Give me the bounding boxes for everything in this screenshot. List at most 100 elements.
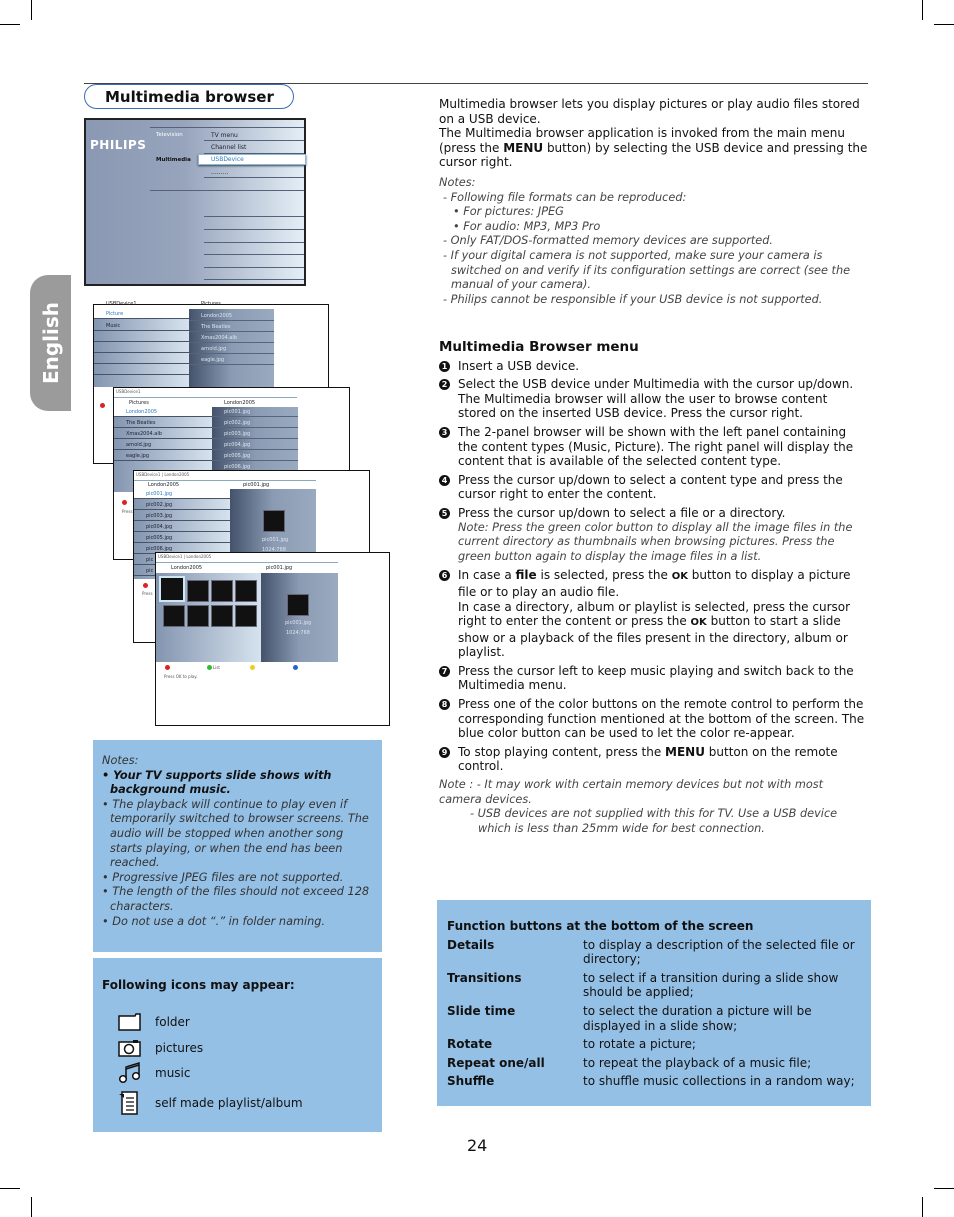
header-left: London2005	[171, 565, 203, 571]
step: 5 Press the cursor up/down to select a fi…	[439, 506, 869, 564]
red-button-icon	[165, 665, 170, 670]
page-number: 24	[467, 1136, 488, 1155]
preview-thumbnail	[287, 594, 309, 616]
menu-section-title: Multimedia Browser menu	[439, 339, 639, 355]
screenshot-frame-d: USBDevice1 | London2005 London2005 pic00…	[155, 552, 390, 726]
header-right: pic001.jpg	[243, 482, 270, 488]
philips-logo: PHILIPS	[90, 138, 147, 152]
intro-paragraph: The Multimedia browser application is in…	[439, 126, 869, 170]
function-row: Shuffle to shuffle music collections in a…	[447, 1074, 861, 1089]
crop-mark	[31, 1197, 32, 1217]
list-item: eagle.jpg	[114, 451, 212, 461]
step: 4 Press the cursor up/down to select a co…	[439, 473, 869, 502]
list-item: Xmas2004.alb	[114, 429, 212, 439]
note-item: • For audio: MP3, MP3 Pro	[453, 219, 601, 233]
music-note-icon	[118, 1062, 141, 1084]
step-number: 7	[439, 665, 450, 677]
note-item: • The playback will continue to play eve…	[102, 797, 369, 870]
step-text: Select the USB device under Multimedia w…	[458, 377, 854, 421]
intro-text: Multimedia browser lets you display pict…	[439, 97, 869, 307]
green-button-icon	[207, 665, 212, 670]
crop-mark	[922, 1197, 923, 1217]
function-desc: to display a description of the selected…	[583, 937, 855, 967]
text: OK	[671, 571, 688, 583]
list-item: pic001.jpg	[134, 489, 230, 499]
section-title: Multimedia browser	[84, 84, 294, 109]
step-number: 1	[439, 360, 450, 372]
menu-channel-list: Channel list	[211, 144, 247, 151]
function-name: Repeat one/all	[447, 1055, 545, 1070]
function-box-title: Function buttons at the bottom of the sc…	[447, 919, 754, 933]
breadcrumb: USBDevice1 | London2005	[158, 554, 212, 559]
language-tab: English	[30, 275, 71, 411]
step: 8 Press one of the color buttons on the r…	[439, 697, 869, 741]
list-item: arnold.jpg	[114, 440, 212, 450]
list-item: pic002.jpg	[134, 500, 230, 510]
function-desc: to select if a transition during a slide…	[583, 970, 839, 1000]
menu-usb-device: USBDevice	[198, 154, 306, 165]
step-text: Insert a USB device.	[458, 358, 580, 373]
function-name: Transitions	[447, 970, 522, 985]
text: is selected, press the	[536, 568, 672, 583]
step-text: Press one of the color buttons on the re…	[458, 697, 865, 741]
breadcrumb: USBDevice1	[116, 389, 141, 394]
crop-mark	[0, 1188, 20, 1189]
step-number: 2	[439, 379, 450, 391]
step-number: 6	[439, 570, 450, 582]
icon-label: self made playlist/album	[155, 1096, 303, 1110]
step-text: Press the cursor up/down to select a con…	[458, 472, 843, 502]
note-item: • Your TV supports slide shows with back…	[102, 768, 332, 797]
note-item: • For pictures: JPEG	[453, 205, 564, 219]
note-text: Note : - It may work with certain memory…	[439, 778, 824, 806]
preview-name: pic001.jpg	[285, 620, 312, 626]
header-left: USBDevice1	[106, 301, 137, 307]
step: 2 Select the USB device under Multimedia …	[439, 377, 869, 421]
hint-text: Press OK to play.	[164, 674, 198, 679]
preview-name: pic001.jpg	[262, 537, 289, 543]
function-row: Details to display a description of the s…	[447, 938, 861, 967]
step-number: 4	[439, 474, 450, 486]
list-item: London2005	[189, 311, 274, 321]
step: 3 The 2-panel browser will be shown with …	[439, 425, 869, 469]
hint-text: Press	[142, 591, 153, 596]
step: 9 To stop playing content, press the MENU…	[439, 745, 869, 774]
notes-title: Notes:	[439, 175, 476, 189]
text: MENU	[503, 140, 544, 155]
camera-icon	[118, 1040, 141, 1057]
function-name: Rotate	[447, 1037, 493, 1052]
icon-label: music	[155, 1066, 191, 1080]
function-name: Slide time	[447, 1003, 516, 1018]
crop-mark	[934, 24, 954, 25]
icons-box: Following icons may appear: folder pictu…	[93, 958, 382, 1132]
list-item: Xmas2004.alb	[189, 333, 274, 343]
step-number: 3	[439, 426, 450, 438]
list-item: pic005.jpg	[212, 451, 298, 461]
tv-menu-screenshot: PHILIPS Television Multimedia TV menu Ch…	[84, 118, 306, 286]
note-item: - Following file formats can be reproduc…	[443, 190, 687, 204]
list-item: pic004.jpg	[212, 440, 298, 450]
breadcrumb: USBDevice1 | London2005	[136, 472, 190, 477]
menu-television: Television	[156, 132, 183, 138]
crop-mark	[31, 0, 32, 20]
icon-label: folder	[155, 1015, 190, 1029]
intro-paragraph: Multimedia browser lets you display pict…	[439, 97, 860, 126]
list-item: pic003.jpg	[134, 511, 230, 521]
note-item: - If your digital camera is not supporte…	[443, 248, 851, 292]
list-item: Picture	[94, 309, 189, 319]
function-desc: to rotate a picture;	[583, 1037, 696, 1052]
preview-thumbnail	[263, 510, 285, 532]
step-text: Press the cursor left to keep music play…	[458, 663, 854, 693]
menu-multimedia: Multimedia	[156, 157, 191, 163]
note-item: • Do not use a dot “.” in folder naming.	[102, 914, 326, 928]
blue-button-icon	[293, 665, 298, 670]
function-row: Rotate to rotate a picture;	[447, 1037, 861, 1052]
function-name: Shuffle	[447, 1074, 495, 1089]
list-item: pic003.jpg	[212, 429, 298, 439]
yellow-button-icon	[250, 665, 255, 670]
step-note: Note: Press the green color button to di…	[458, 520, 853, 563]
crop-mark	[0, 24, 20, 25]
list-item: pic001.jpg	[212, 407, 298, 417]
list-item: The Beatles	[189, 322, 274, 332]
list-item: pic002.jpg	[212, 418, 298, 428]
green-button-label: List	[213, 665, 220, 670]
